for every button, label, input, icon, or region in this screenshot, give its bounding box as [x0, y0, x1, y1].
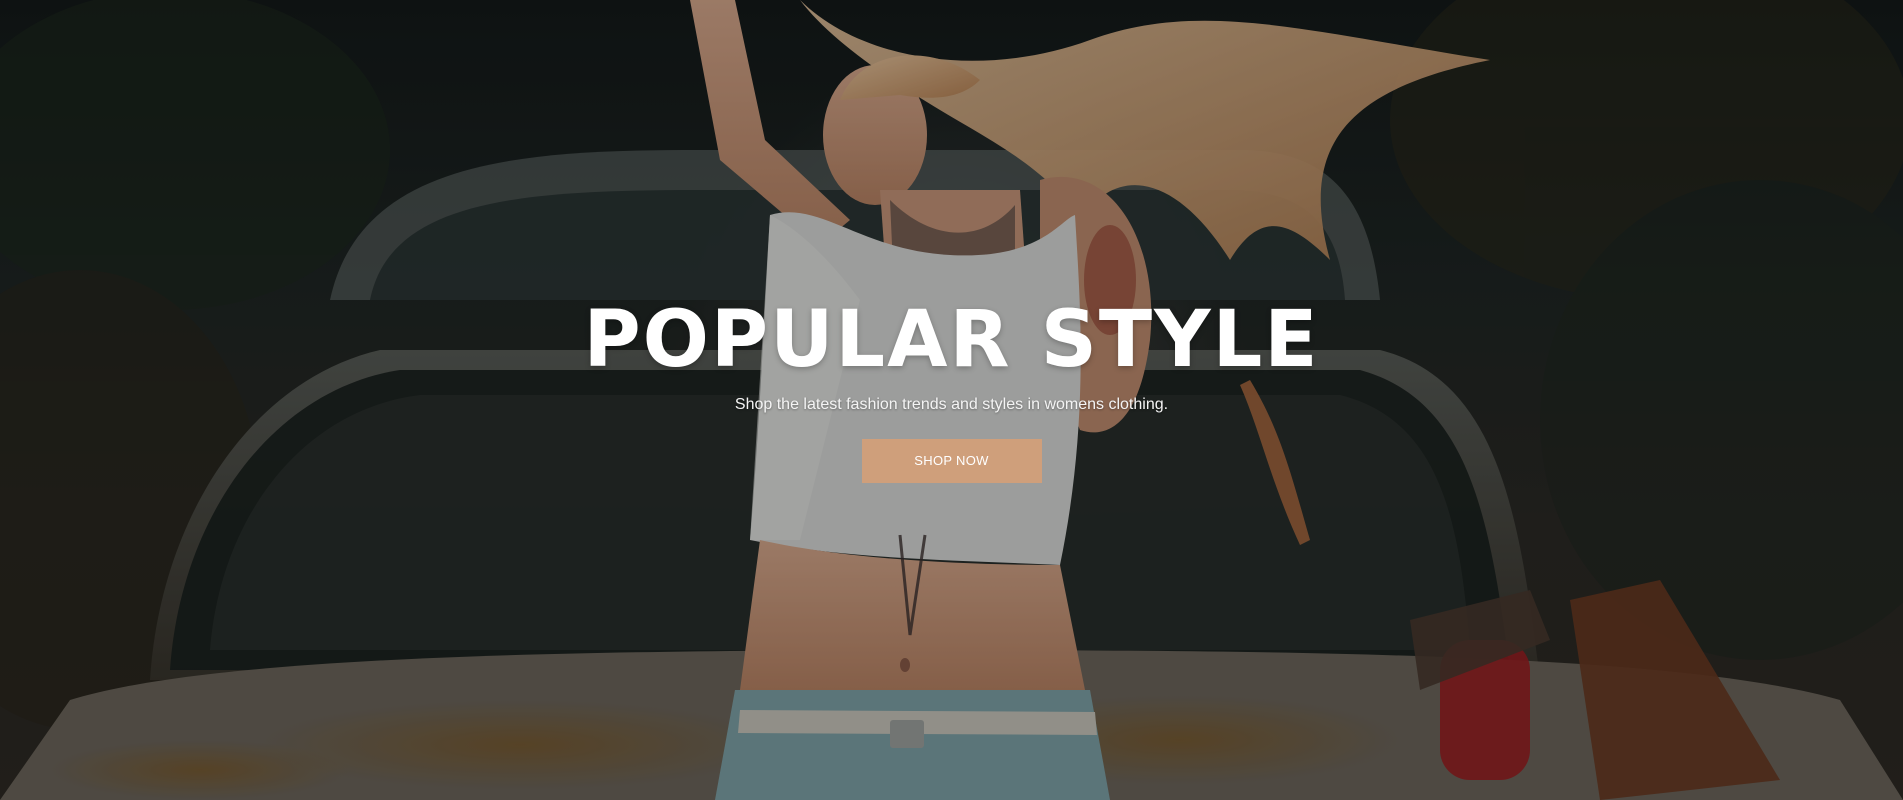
hero-content: POPULAR STYLE Shop the latest fashion tr…	[0, 295, 1903, 483]
hero-subtitle: Shop the latest fashion trends and style…	[734, 395, 1169, 413]
hero-banner: POPULAR STYLE Shop the latest fashion tr…	[0, 0, 1903, 800]
shop-now-button[interactable]: SHOP NOW	[861, 438, 1042, 483]
hero-title: POPULAR STYLE	[583, 295, 1320, 385]
